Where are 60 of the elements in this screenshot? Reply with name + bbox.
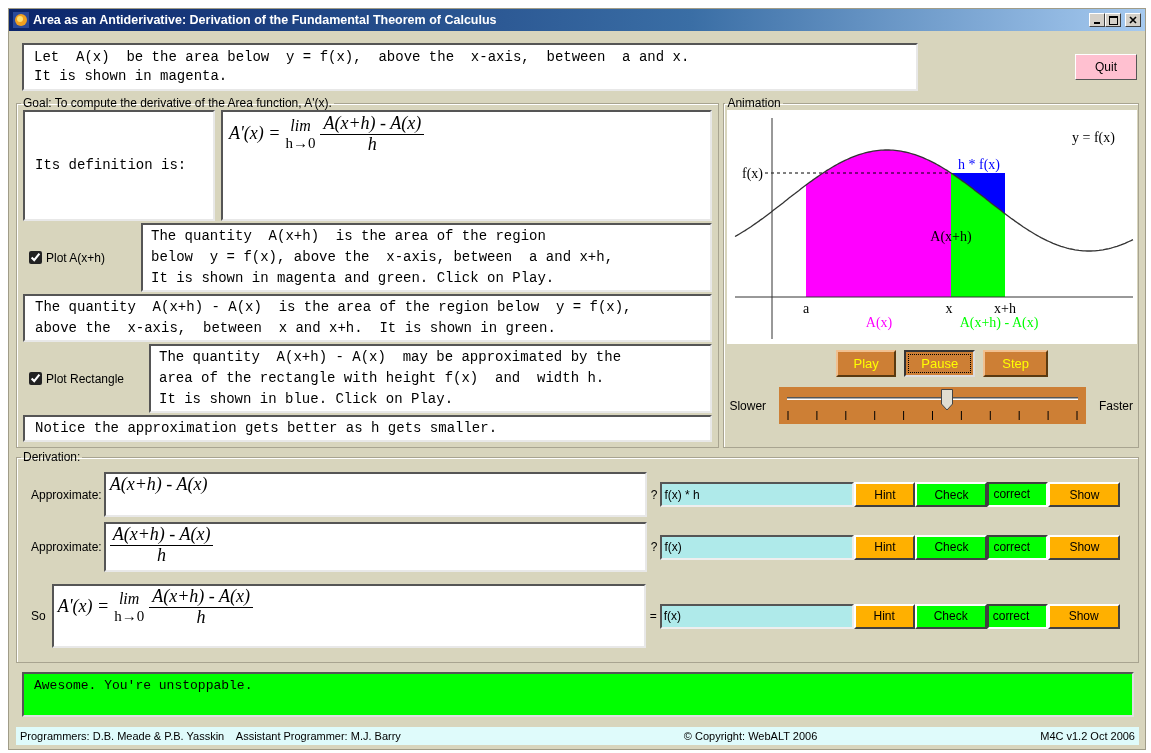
axis-label: f(x) — [742, 166, 764, 181]
maximize-button[interactable] — [1105, 13, 1121, 27]
close-button[interactable] — [1125, 13, 1141, 27]
hint-button[interactable]: Hint — [853, 603, 915, 629]
checkbox[interactable] — [29, 251, 42, 264]
relation-sign: ? — [650, 539, 658, 556]
relation-sign: ? — [650, 486, 658, 504]
group-title: Goal: To compute the derivative of the Area function, A'(x). — [22, 96, 333, 110]
relation-sign: = — [649, 608, 657, 625]
version-text: M4C v1.2 Oct 2006 — [1040, 728, 1135, 744]
slider-label: Faster — [1098, 397, 1133, 415]
group-title: Animation — [726, 96, 782, 110]
rectangle-label: h * f(x) — [958, 157, 1001, 172]
feedback-message: Awesome. You're unstoppable. — [22, 672, 1134, 717]
definition-label: Its definition is: — [23, 110, 215, 221]
credits-text: Programmers: D.B. Meade & P.B. Yasskin Assistant Programmer: M.J. Barry — [20, 728, 401, 744]
check-button[interactable]: Check — [915, 534, 988, 560]
intro-text: Let A(x) be the area below y = f(x), above the x-axis, between a and x. It is shown in magenta. — [22, 43, 918, 91]
slider-thumb[interactable] — [941, 389, 954, 411]
curve-label: y = f(x) — [1072, 130, 1116, 145]
window-title: Area as an Antiderivative: Derivation of the Fundamental Theorem of Calculus — [33, 11, 497, 29]
row-label: Approximate: — [31, 486, 102, 504]
axis-label: a — [803, 301, 810, 316]
app-icon — [13, 12, 29, 28]
maximize-icon — [1108, 15, 1118, 25]
checkbox-label[interactable]: Plot A(x+h) — [46, 248, 106, 267]
answer-field[interactable]: f(x) * h — [660, 482, 855, 507]
copyright-text: © Copyright: WebALT 2006 — [683, 728, 818, 744]
group-title: Derivation: — [22, 450, 82, 464]
hint-button[interactable]: Hint — [854, 534, 916, 560]
show-button[interactable]: Show — [1047, 603, 1120, 629]
speed-slider[interactable] — [779, 387, 1086, 424]
answer-field[interactable]: f(x) — [659, 603, 854, 629]
strip-legend: A(x+h) - A(x) — [960, 315, 1039, 330]
explanation-text: The quantity A(x+h) - A(x) may be approximated by the area of the rectangle with height f(x) and width h. It is shown in blue. Click on Play. — [149, 344, 713, 413]
area-legend: A(x) — [866, 315, 893, 330]
minimize-button[interactable] — [1089, 13, 1105, 27]
show-button[interactable]: Show — [1048, 534, 1121, 560]
explanation-text: The quantity A(x+h) is the area of the region below y = f(x), above the x-axis, between a and x+h, It is shown in magenta and green. Click on Play. — [141, 223, 713, 292]
answer-field[interactable]: f(x) — [660, 534, 855, 560]
row-label: So — [31, 608, 46, 625]
status-field: correct — [986, 603, 1048, 629]
check-button[interactable]: Check — [915, 482, 988, 507]
status-field: correct — [987, 482, 1049, 507]
math-formula: A(x+h) - A(x) h — [109, 525, 214, 566]
check-button[interactable]: Check — [914, 603, 987, 629]
slider-label: Slower — [729, 397, 767, 415]
explanation-text: The quantity A(x+h) - A(x) is the area of the region below y = f(x), above the x-axis, between x and x+h. It is shown in green. — [23, 294, 713, 342]
checkbox-label[interactable]: Plot Rectangle — [46, 369, 125, 388]
math-formula: A(x+h) - A(x) — [109, 475, 208, 495]
show-button[interactable]: Show — [1048, 482, 1121, 507]
status-field: correct — [987, 534, 1049, 560]
close-icon — [1129, 16, 1137, 24]
hint-button[interactable]: Hint — [854, 482, 916, 507]
checkbox[interactable] — [29, 372, 42, 385]
quit-button[interactable]: Quit — [1075, 54, 1137, 80]
row-label: Approximate: — [31, 539, 102, 556]
axis-label: x+h — [994, 301, 1017, 316]
explanation-text: Notice the approximation gets better as h gets smaller. — [23, 415, 713, 442]
axis-label: x — [945, 301, 953, 316]
